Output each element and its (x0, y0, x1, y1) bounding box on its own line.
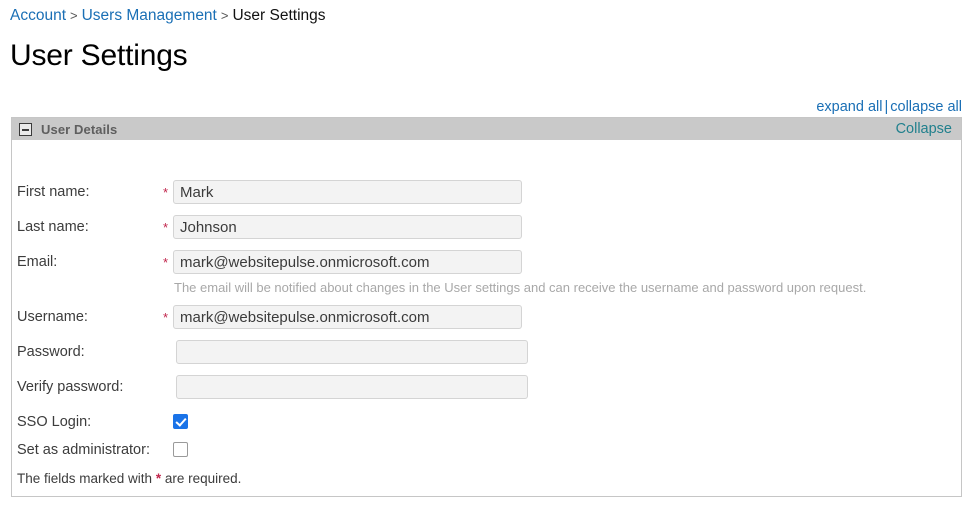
breadcrumb-link-account[interactable]: Account (10, 7, 66, 24)
label-first-name: First name: (17, 184, 90, 200)
label-username: Username: (17, 309, 88, 325)
minus-box-icon[interactable] (19, 122, 32, 136)
expand-collapse-separator: | (884, 99, 889, 115)
form-row-set-as-administrator: Set as administrator: (12, 440, 961, 462)
password-input[interactable] (176, 340, 528, 364)
required-marker-email: * (163, 255, 169, 270)
required-marker-last-name: * (163, 220, 169, 235)
first-name-input[interactable] (173, 180, 522, 204)
breadcrumb: Account > Users Management > User Settings (10, 6, 326, 26)
user-details-panel-header: User Details Collapse (12, 117, 961, 140)
label-verify-password: Verify password: (17, 379, 124, 395)
set-as-administrator-checkbox[interactable] (173, 442, 188, 457)
required-fields-note: The fields marked with * are required. (17, 470, 241, 487)
username-input[interactable] (173, 305, 522, 329)
required-note-text-after: are required. (161, 471, 242, 486)
user-details-panel-title: User Details (41, 121, 118, 137)
panel-collapse-link[interactable]: Collapse (896, 121, 952, 137)
required-marker-username: * (163, 310, 169, 325)
form-row-last-name: Last name: * (12, 215, 961, 239)
expand-all-link[interactable]: expand all (816, 99, 882, 115)
sso-login-checkbox[interactable] (173, 414, 188, 429)
required-note-text-before: The fields marked with (17, 471, 156, 486)
email-input[interactable] (173, 250, 522, 274)
breadcrumb-current-user-settings: User Settings (232, 7, 326, 24)
label-password: Password: (17, 344, 85, 360)
form-row-first-name: First name: * (12, 180, 961, 204)
required-marker-first-name: * (163, 185, 169, 200)
form-row-sso-login: SSO Login: (12, 412, 961, 434)
verify-password-input[interactable] (176, 375, 528, 399)
form-row-username: Username: * (12, 305, 961, 329)
breadcrumb-link-users-management[interactable]: Users Management (82, 7, 217, 24)
user-details-panel-body: First name: * Last name: * Email: * The … (12, 140, 961, 496)
label-email: Email: (17, 254, 58, 270)
user-details-panel: User Details Collapse First name: * Last… (11, 117, 962, 497)
form-row-password: Password: (12, 340, 961, 364)
form-row-email: Email: * (12, 250, 961, 274)
breadcrumb-separator-2: > (220, 8, 229, 23)
email-help-text: The email will be notified about changes… (174, 280, 867, 295)
collapse-all-link[interactable]: collapse all (890, 99, 962, 115)
form-row-verify-password: Verify password: (12, 375, 961, 399)
label-sso-login: SSO Login: (17, 414, 92, 430)
last-name-input[interactable] (173, 215, 522, 239)
expand-collapse-bar: expand all | collapse all (816, 99, 962, 116)
label-last-name: Last name: (17, 219, 89, 235)
label-set-as-administrator: Set as administrator: (17, 442, 150, 458)
breadcrumb-separator-1: > (70, 8, 78, 23)
page-title: User Settings (10, 39, 188, 72)
